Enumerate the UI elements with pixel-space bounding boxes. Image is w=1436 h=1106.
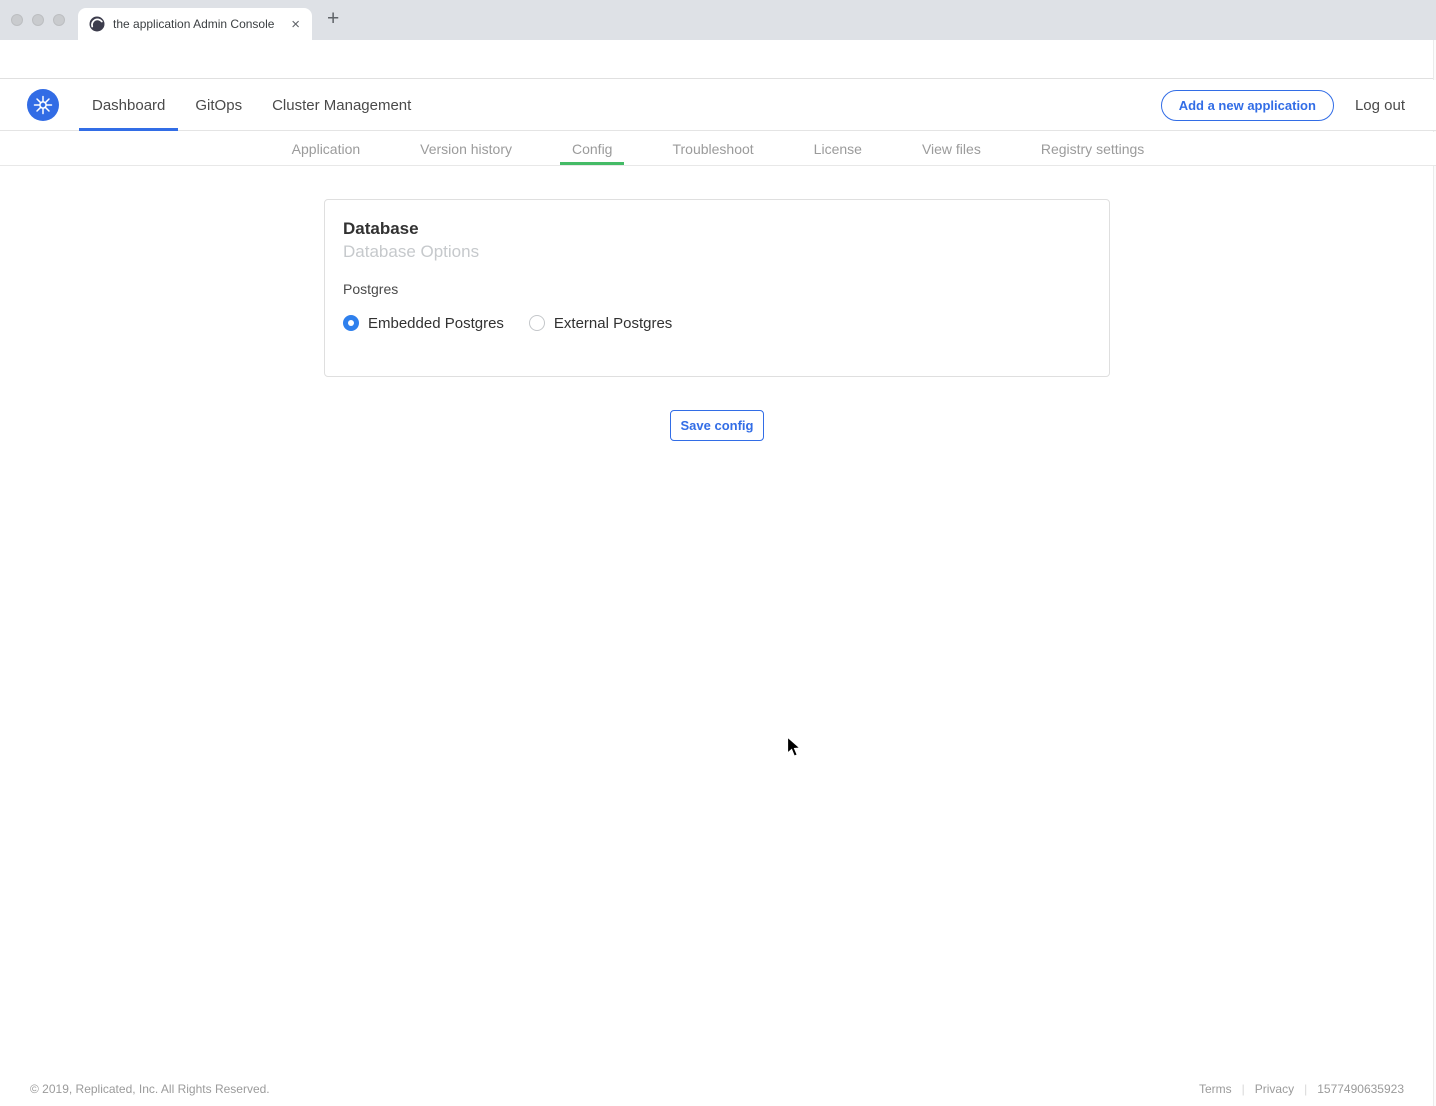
kubernetes-logo-icon[interactable] xyxy=(27,89,59,121)
browser-tab-strip: the application Admin Console × + xyxy=(0,0,1436,40)
privacy-link[interactable]: Privacy xyxy=(1255,1082,1294,1096)
header-right: Add a new application Log out xyxy=(1161,90,1436,121)
postgres-radio-group: Embedded Postgres External Postgres xyxy=(343,315,1091,332)
nav-item-dashboard[interactable]: Dashboard xyxy=(79,80,178,130)
copyright-text: © 2019, Replicated, Inc. All Rights Rese… xyxy=(30,1082,270,1096)
browser-tab[interactable]: the application Admin Console × xyxy=(78,8,312,40)
terms-link[interactable]: Terms xyxy=(1199,1082,1232,1096)
mouse-cursor-icon xyxy=(786,736,804,765)
nav-item-label: GitOps xyxy=(195,97,242,114)
postgres-group-label: Postgres xyxy=(343,281,1091,297)
tab-label: Application xyxy=(292,141,361,157)
tab-application[interactable]: Application xyxy=(280,132,373,165)
app-subnav: Application Version history Config Troub… xyxy=(0,132,1436,166)
add-application-button[interactable]: Add a new application xyxy=(1161,90,1334,121)
radio-embedded-postgres[interactable]: Embedded Postgres xyxy=(343,315,504,332)
window-close-button[interactable] xyxy=(11,14,23,26)
radio-label: External Postgres xyxy=(554,315,672,332)
tab-registry-settings[interactable]: Registry settings xyxy=(1029,132,1156,165)
tab-label: Version history xyxy=(420,141,512,157)
tab-version-history[interactable]: Version history xyxy=(408,132,524,165)
nav-item-cluster-management[interactable]: Cluster Management xyxy=(259,80,424,130)
tab-label: Registry settings xyxy=(1041,141,1144,157)
tab-label: View files xyxy=(922,141,981,157)
radio-external-postgres[interactable]: External Postgres xyxy=(529,315,672,332)
database-config-card: Database Database Options Postgres Embed… xyxy=(324,199,1110,377)
logout-button[interactable]: Log out xyxy=(1355,97,1405,114)
footer-links: Terms | Privacy | 1577490635923 xyxy=(1199,1082,1404,1096)
footer-divider: | xyxy=(1304,1082,1307,1096)
card-subtitle: Database Options xyxy=(343,242,1091,262)
nav-item-gitops[interactable]: GitOps xyxy=(182,80,255,130)
page-footer: © 2019, Replicated, Inc. All Rights Rese… xyxy=(30,1082,1404,1096)
save-config-button[interactable]: Save config xyxy=(670,410,764,441)
window-minimize-button[interactable] xyxy=(32,14,44,26)
app-header: Dashboard GitOps Cluster Management Add … xyxy=(0,80,1436,131)
browser-toolbar: localhost:8000/app/sentry-demo-4/config … xyxy=(0,40,1436,79)
radio-selected-icon[interactable] xyxy=(343,315,359,331)
nav-item-label: Dashboard xyxy=(92,97,165,114)
nav-item-label: Cluster Management xyxy=(272,97,411,114)
main-nav: Dashboard GitOps Cluster Management xyxy=(79,80,428,130)
favicon-icon xyxy=(89,16,105,32)
tab-troubleshoot[interactable]: Troubleshoot xyxy=(660,132,765,165)
window-maximize-button[interactable] xyxy=(53,14,65,26)
window-controls xyxy=(11,14,65,26)
tab-config[interactable]: Config xyxy=(560,132,624,165)
tab-close-icon[interactable]: × xyxy=(289,17,302,32)
radio-unselected-icon[interactable] xyxy=(529,315,545,331)
footer-divider: | xyxy=(1242,1082,1245,1096)
new-tab-button[interactable]: + xyxy=(327,7,339,31)
card-title: Database xyxy=(343,219,1091,239)
tab-title: the application Admin Console xyxy=(113,17,289,31)
tab-label: License xyxy=(814,141,862,157)
tab-label: Troubleshoot xyxy=(672,141,753,157)
tab-license[interactable]: License xyxy=(802,132,874,165)
build-id: 1577490635923 xyxy=(1317,1082,1404,1096)
radio-label: Embedded Postgres xyxy=(368,315,504,332)
tab-view-files[interactable]: View files xyxy=(910,132,993,165)
tab-label: Config xyxy=(572,141,612,157)
